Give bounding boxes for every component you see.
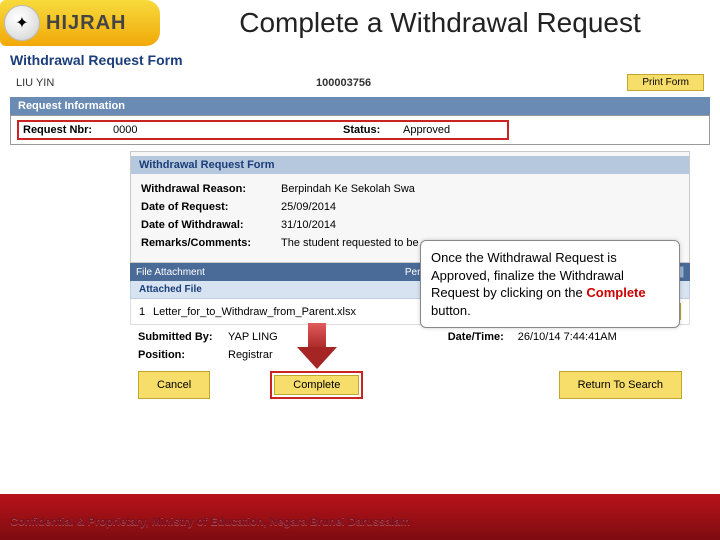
date-request-value: 25/09/2014 bbox=[281, 201, 336, 213]
complete-highlight: Complete bbox=[270, 371, 363, 399]
slide-title: Complete a Withdrawal Request bbox=[160, 7, 720, 39]
submitted-by-label: Submitted By: bbox=[138, 331, 228, 343]
reason-label: Withdrawal Reason: bbox=[141, 183, 281, 195]
datetime-label: Date/Time: bbox=[448, 331, 518, 343]
request-nbr-label: Request Nbr: bbox=[23, 124, 113, 136]
date-request-label: Date of Request: bbox=[141, 201, 281, 213]
inner-form-header: Withdrawal Request Form bbox=[131, 156, 689, 174]
student-name: LIU YIN bbox=[16, 77, 116, 89]
return-to-search-button[interactable]: Return To Search bbox=[559, 371, 682, 399]
file-attachment-header: File Attachment bbox=[136, 267, 205, 278]
student-id: 100003756 bbox=[316, 77, 371, 89]
instruction-callout: Once the Withdrawal Request is Approved,… bbox=[420, 240, 680, 328]
row-number: 1 bbox=[139, 306, 153, 318]
cancel-button[interactable]: Cancel bbox=[138, 371, 210, 399]
remarks-value: The student requested to be bbox=[281, 237, 419, 249]
position-label: Position: bbox=[138, 349, 228, 361]
date-withdrawal-label: Date of Withdrawal: bbox=[141, 219, 281, 231]
request-info-highlight: Request Nbr: 0000 Status: Approved bbox=[17, 120, 509, 140]
emblem-icon: ✦ bbox=[4, 5, 40, 41]
footer-text: Confidential & Proprietary, Ministry of … bbox=[10, 516, 410, 528]
status-value: Approved bbox=[403, 124, 503, 136]
form-title: Withdrawal Request Form bbox=[10, 52, 710, 68]
date-withdrawal-value: 31/10/2014 bbox=[281, 219, 336, 231]
attachment-filename: Letter_for_to_Withdraw_from_Parent.xlsx bbox=[153, 306, 356, 318]
arrow-head-icon bbox=[297, 347, 337, 369]
position-value: Registrar bbox=[228, 349, 273, 361]
brand-logo: ✦ HIJRAH bbox=[0, 0, 160, 46]
status-label: Status: bbox=[343, 124, 403, 136]
submitted-by-value: YAP LING bbox=[228, 331, 278, 343]
reason-value: Berpindah Ke Sekolah Swa bbox=[281, 183, 415, 195]
remarks-label: Remarks/Comments: bbox=[141, 237, 281, 249]
brand-text: HIJRAH bbox=[46, 12, 126, 35]
request-nbr-value: 0000 bbox=[113, 124, 183, 136]
print-form-button[interactable]: Print Form bbox=[627, 74, 704, 91]
request-info-header: Request Information bbox=[10, 97, 710, 115]
datetime-value: 26/10/14 7:44:41AM bbox=[518, 331, 617, 343]
complete-button[interactable]: Complete bbox=[274, 375, 359, 395]
